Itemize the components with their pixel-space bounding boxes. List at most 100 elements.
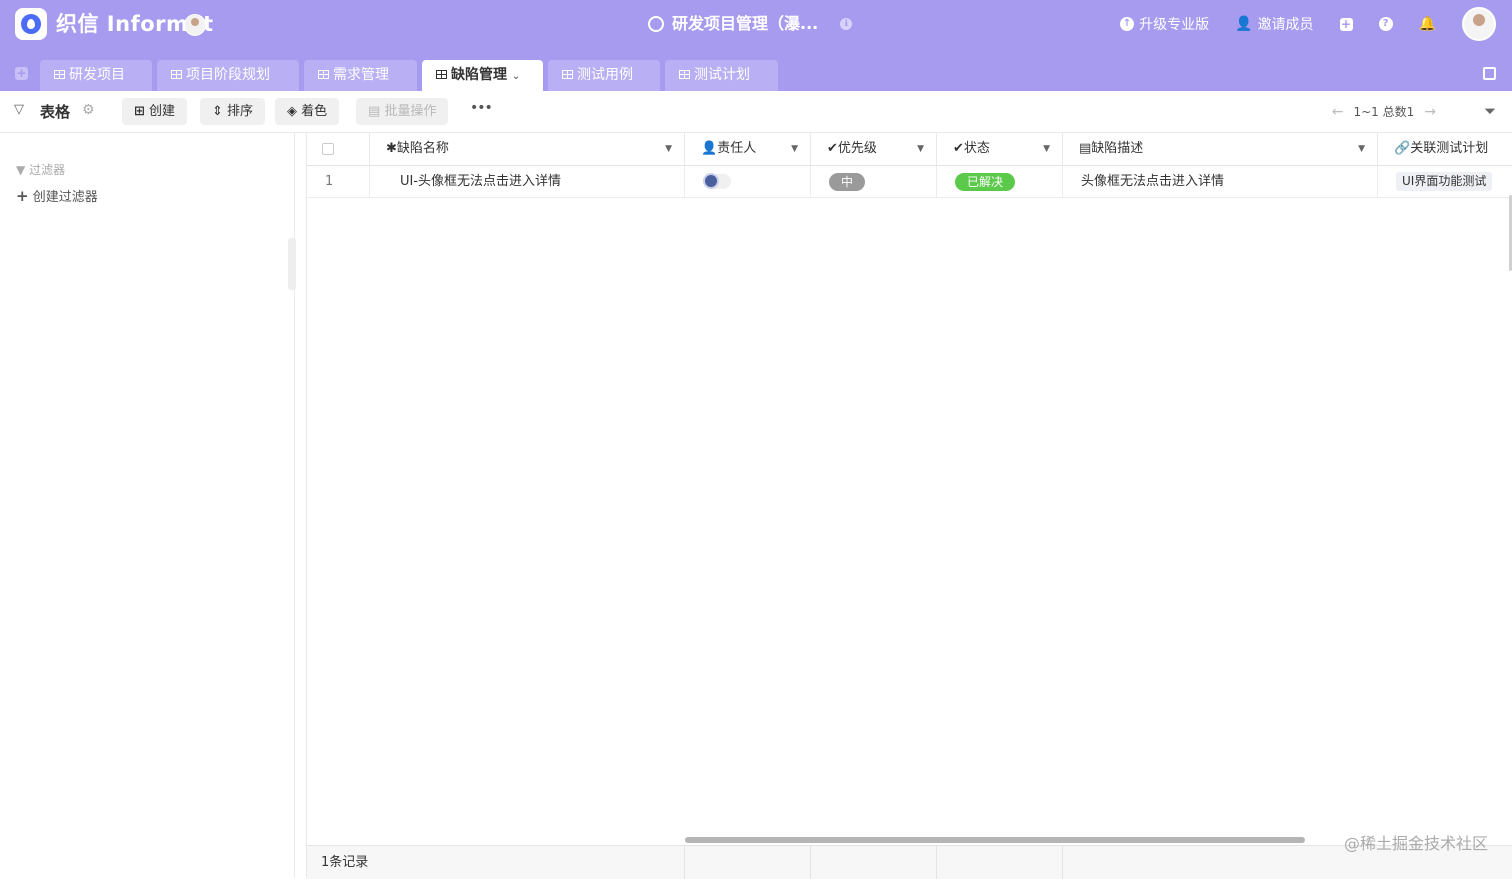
footer-cell bbox=[685, 846, 811, 879]
table-icon bbox=[171, 70, 182, 79]
linked-plan-cell[interactable]: UI界面功能测试 bbox=[1378, 166, 1512, 197]
create-filter-label: 创建过滤器 bbox=[32, 190, 98, 205]
table-icon bbox=[679, 70, 690, 79]
batch-operation-button[interactable]: ▤ 批量操作 bbox=[356, 98, 449, 125]
plus-icon: + bbox=[16, 187, 29, 205]
filter-icon: ▼ bbox=[16, 163, 26, 177]
caret-down-icon[interactable]: ▼ bbox=[791, 133, 798, 165]
module-tabs: + 研发项目 项目阶段规划 需求管理 缺陷管理 ⌄ 测试用例 测试计划 bbox=[0, 60, 1512, 91]
bell-icon: 🔔 bbox=[1418, 16, 1436, 32]
tab-test-plans[interactable]: 测试计划 bbox=[665, 60, 778, 91]
upgrade-button[interactable]: ↑ 升级专业版 bbox=[1120, 14, 1209, 34]
logo-icon bbox=[21, 14, 41, 34]
plus-square-icon: ⊞ bbox=[134, 104, 145, 119]
gear-icon[interactable]: ⚙ bbox=[82, 102, 95, 118]
assignee-avatar[interactable] bbox=[703, 173, 719, 189]
table-icon bbox=[436, 70, 447, 79]
tab-label: 缺陷管理 bbox=[451, 67, 507, 83]
column-header-priority[interactable]: ✔优先级 ▼ bbox=[811, 133, 937, 165]
top-bar: 织信 Informat 研发项目管理（瀑... ℹ ↑ 升级专业版 👤 邀请成员… bbox=[0, 0, 1512, 91]
column-label: 状态 bbox=[963, 141, 990, 156]
create-filter-button[interactable]: + 创建过滤器 bbox=[16, 186, 98, 205]
column-label: 缺陷描述 bbox=[1091, 141, 1144, 156]
column-label: 缺陷名称 bbox=[396, 141, 449, 156]
status-badge: 已解决 bbox=[955, 173, 1016, 191]
status-cell[interactable]: 已解决 bbox=[937, 166, 1063, 197]
tab-label: 研发项目 bbox=[69, 67, 125, 83]
owner-avatar[interactable] bbox=[184, 14, 206, 36]
invite-label: 邀请成员 bbox=[1257, 17, 1314, 33]
plus-square-icon: + bbox=[1339, 16, 1353, 31]
color-button[interactable]: ◈ 着色 bbox=[275, 98, 340, 125]
batch-label: 批量操作 bbox=[384, 104, 437, 119]
pager-text: 1~1 总数1 bbox=[1353, 105, 1415, 119]
caret-down-icon[interactable]: ▼ bbox=[1043, 133, 1050, 165]
link-icon: 🔗 bbox=[1394, 141, 1411, 156]
notifications-button[interactable]: 🔔 bbox=[1419, 16, 1436, 32]
tab-label: 测试计划 bbox=[694, 67, 750, 83]
sort-label: 排序 bbox=[227, 104, 254, 119]
filter-heading: ▼ 过滤器 bbox=[16, 161, 65, 178]
project-title[interactable]: 研发项目管理（瀑... ℹ bbox=[648, 12, 853, 36]
arrow-right-icon[interactable]: → bbox=[1424, 104, 1436, 120]
column-header-description[interactable]: ▤缺陷描述 ▼ bbox=[1063, 133, 1378, 165]
copy-icon[interactable] bbox=[1483, 67, 1496, 80]
tab-rd-project[interactable]: 研发项目 bbox=[40, 60, 152, 91]
priority-cell[interactable]: 中 bbox=[811, 166, 937, 197]
watermark: @稀土掘金技术社区 bbox=[1343, 834, 1488, 853]
add-button[interactable]: + bbox=[1339, 16, 1353, 31]
table-footer: 1条记录 bbox=[307, 845, 1512, 879]
app-logo[interactable] bbox=[15, 8, 47, 40]
linked-plan-chip[interactable]: UI界面功能测试 bbox=[1396, 172, 1493, 191]
table-icon bbox=[318, 70, 329, 79]
row-index: 1 bbox=[307, 166, 370, 197]
chevron-down-icon[interactable]: ▽ bbox=[14, 102, 24, 117]
caret-down-icon[interactable]: ▼ bbox=[917, 133, 924, 165]
description-cell[interactable]: 头像框无法点击进入详情 bbox=[1063, 166, 1378, 197]
tab-label: 项目阶段规划 bbox=[186, 67, 270, 83]
document-icon: ▤ bbox=[1079, 141, 1092, 156]
caret-down-icon[interactable]: ▼ bbox=[1358, 133, 1365, 165]
column-header-status[interactable]: ✔状态 ▼ bbox=[937, 133, 1063, 165]
footer-cell: 1条记录 bbox=[307, 846, 685, 879]
column-header-assignee[interactable]: 👤责任人 ▼ bbox=[685, 133, 811, 165]
user-avatar[interactable] bbox=[1462, 7, 1496, 41]
sort-icon: ⇕ bbox=[212, 104, 223, 119]
paint-bucket-icon: ◈ bbox=[287, 104, 297, 119]
column-header-linked-plan[interactable]: 🔗关联测试计划 bbox=[1378, 133, 1512, 165]
assignee-cell[interactable] bbox=[685, 166, 811, 197]
caret-down-icon[interactable]: ▼ bbox=[665, 133, 672, 165]
sort-button[interactable]: ⇕ 排序 bbox=[200, 98, 266, 125]
table-icon bbox=[54, 70, 65, 79]
color-label: 着色 bbox=[301, 104, 328, 119]
help-button[interactable]: ? bbox=[1378, 17, 1393, 31]
view-toolbar: ▽ 表格 ⚙ ⊞ 创建 ⇕ 排序 ◈ 着色 ▤ 批量操作 ••• ← 1~1 总… bbox=[0, 91, 1512, 133]
more-icon[interactable]: ••• bbox=[470, 100, 493, 116]
sidebar-resize-handle[interactable] bbox=[288, 238, 296, 290]
footer-cell bbox=[811, 846, 937, 879]
project-icon bbox=[648, 16, 664, 32]
footer-cell bbox=[937, 846, 1063, 879]
tab-phase-planning[interactable]: 项目阶段规划 bbox=[157, 60, 299, 91]
tab-label: 需求管理 bbox=[333, 67, 389, 83]
column-header-name[interactable]: ✱缺陷名称 ▼ bbox=[370, 133, 685, 165]
select-all-checkbox[interactable] bbox=[322, 143, 334, 155]
tab-label: 测试用例 bbox=[577, 67, 633, 83]
defect-name-cell[interactable]: UI-头像框无法点击进入详情 bbox=[370, 166, 685, 197]
arrow-left-icon[interactable]: ← bbox=[1332, 104, 1344, 120]
info-icon[interactable]: ℹ bbox=[840, 18, 853, 30]
add-tab-icon[interactable]: + bbox=[15, 67, 28, 80]
tab-requirements[interactable]: 需求管理 bbox=[304, 60, 417, 91]
chevron-down-icon: ⌄ bbox=[511, 71, 521, 82]
invite-members-button[interactable]: 👤 邀请成员 bbox=[1235, 14, 1313, 34]
top-actions: ↑ 升级专业版 👤 邀请成员 + ? 🔔 bbox=[1120, 7, 1512, 41]
user-check-icon: 👤 bbox=[701, 141, 718, 156]
horizontal-scrollbar[interactable] bbox=[685, 837, 1305, 843]
filter-icon[interactable]: ⏷ bbox=[1484, 102, 1496, 120]
tab-defects[interactable]: 缺陷管理 ⌄ bbox=[422, 60, 543, 91]
tab-test-cases[interactable]: 测试用例 bbox=[548, 60, 660, 91]
view-name[interactable]: 表格 bbox=[40, 101, 70, 122]
column-label: 责任人 bbox=[717, 141, 757, 156]
create-button[interactable]: ⊞ 创建 bbox=[122, 98, 188, 125]
table-row[interactable]: 1 UI-头像框无法点击进入详情 中 已解决 头像框无法点击进入详情 UI界面功… bbox=[307, 166, 1512, 198]
